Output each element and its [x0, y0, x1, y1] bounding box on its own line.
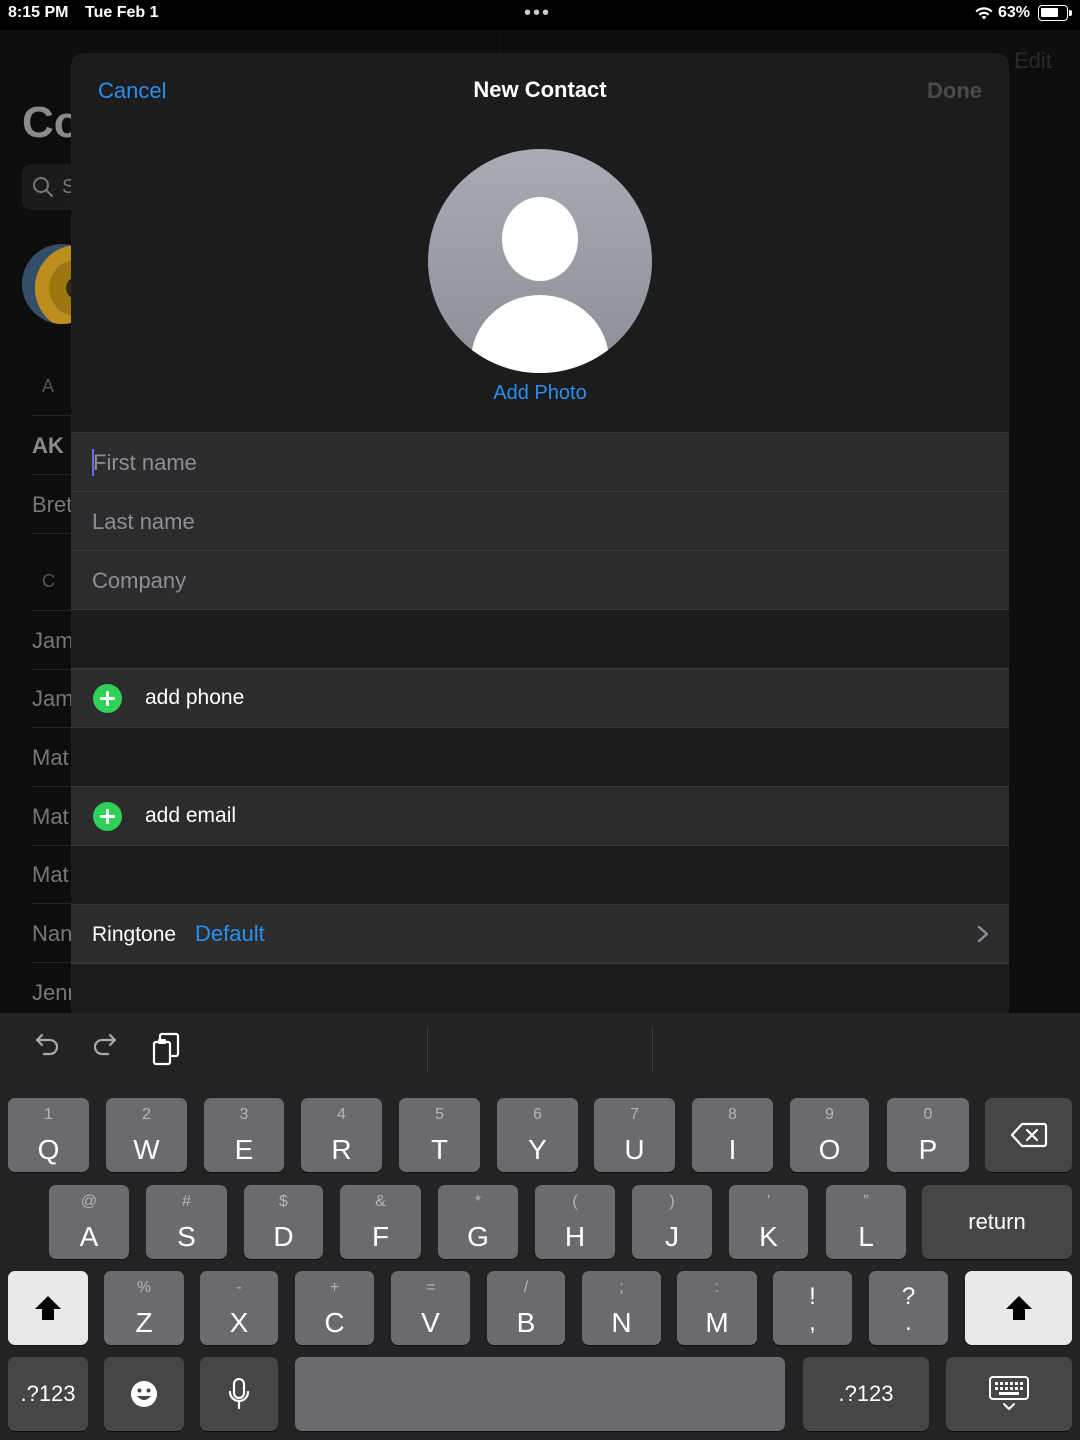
chevron-right-icon [977, 925, 989, 943]
key-k[interactable]: ’ K [729, 1185, 808, 1259]
numbers-key-left[interactable]: .?123 [8, 1357, 88, 1431]
section-header: A [42, 376, 55, 396]
key-t[interactable]: 5T [399, 1098, 480, 1172]
last-name-placeholder: Last name [92, 509, 195, 534]
add-phone-row[interactable]: add phone [71, 668, 1009, 727]
multitasking-dots-icon[interactable]: ••• [524, 3, 551, 23]
contact-row: Nan [32, 921, 73, 946]
add-circle-icon[interactable] [93, 684, 122, 713]
section-header: C [42, 571, 55, 591]
company-placeholder: Company [92, 568, 187, 593]
key-s[interactable]: # S [146, 1185, 227, 1259]
add-circle-icon[interactable] [93, 802, 122, 831]
key-q[interactable]: 1Q [8, 1098, 89, 1172]
first-name-field[interactable]: First name [71, 432, 1009, 491]
key-r[interactable]: 4R [301, 1098, 382, 1172]
undo-icon[interactable] [32, 1030, 60, 1058]
contact-row: Mat [32, 745, 69, 770]
key-p[interactable]: 0P [887, 1098, 969, 1172]
key-o[interactable]: 9O [790, 1098, 869, 1172]
key-d[interactable]: $ D [244, 1185, 323, 1259]
contact-row: Bret [32, 492, 73, 517]
key-c[interactable]: + C [295, 1271, 374, 1345]
key-m[interactable]: :M [677, 1271, 757, 1345]
key-a[interactable]: @ A [49, 1185, 129, 1259]
key-exclamation-comma[interactable]: !, [773, 1271, 852, 1345]
edit-button: Edit [1014, 48, 1052, 73]
wifi-icon [975, 7, 993, 20]
key-question-period[interactable]: ?. [869, 1271, 948, 1345]
company-field[interactable]: Company [71, 550, 1009, 609]
key-i[interactable]: 8I [692, 1098, 773, 1172]
key-e[interactable]: 3E [204, 1098, 284, 1172]
contact-row: Jam [32, 686, 74, 711]
done-button[interactable]: Done [927, 78, 982, 104]
numbers-key-right[interactable]: .?123 [803, 1357, 929, 1431]
shift-icon [1005, 1296, 1032, 1320]
battery-icon [1038, 5, 1072, 21]
section-gap [71, 963, 1009, 1015]
shift-key-left[interactable] [8, 1271, 88, 1345]
shift-icon [35, 1296, 61, 1320]
emoji-key[interactable] [104, 1357, 184, 1431]
section-gap [71, 845, 1009, 904]
add-phone-label: add phone [145, 686, 245, 709]
add-photo-button[interactable]: Add Photo [71, 382, 1009, 405]
key-h[interactable]: (H [535, 1185, 615, 1259]
key-n[interactable]: ; N [582, 1271, 661, 1345]
space-key[interactable] [295, 1357, 785, 1431]
status-date: Tue Feb 1 [85, 4, 159, 21]
first-name-placeholder: First name [93, 450, 197, 475]
battery-percent: 63% [998, 4, 1031, 21]
key-f[interactable]: & F [340, 1185, 421, 1259]
contact-row: Jam [32, 628, 74, 653]
key-x[interactable]: -X [200, 1271, 278, 1345]
sheet-title: New Contact [473, 77, 607, 102]
key-g[interactable]: * G [438, 1185, 518, 1259]
contact-photo-placeholder-icon[interactable] [428, 149, 652, 373]
add-email-label: add email [145, 804, 237, 827]
return-key[interactable]: return [922, 1185, 1072, 1259]
shift-key-right[interactable] [965, 1271, 1072, 1345]
key-b[interactable]: / B [487, 1271, 565, 1345]
delete-icon [1010, 1122, 1047, 1148]
delete-key[interactable] [985, 1098, 1072, 1172]
last-name-field[interactable]: Last name [71, 491, 1009, 550]
ringtone-row[interactable]: Ringtone Default [71, 904, 1009, 963]
contact-row: Mat [32, 804, 69, 829]
key-v[interactable]: = V [391, 1271, 470, 1345]
section-gap [71, 609, 1009, 668]
search-icon [33, 177, 54, 198]
key-l[interactable]: ” L [826, 1185, 906, 1259]
emoji-icon [131, 1381, 157, 1407]
microphone-icon [228, 1378, 250, 1410]
add-email-row[interactable]: add email [71, 786, 1009, 845]
contact-row: Mat [32, 862, 69, 887]
ringtone-label: Ringtone [92, 923, 177, 946]
redo-icon[interactable] [92, 1030, 120, 1058]
status-time: 8:15 PM [8, 4, 69, 21]
status-bar: 8:15 PM Tue Feb 1 ••• 63% [0, 0, 1080, 30]
key-w[interactable]: 2W [106, 1098, 187, 1172]
dismiss-keyboard-icon [989, 1376, 1029, 1410]
contact-row: AK [32, 433, 64, 458]
dictation-key[interactable] [200, 1357, 278, 1431]
paste-icon[interactable] [150, 1032, 182, 1068]
key-y[interactable]: 6Y [497, 1098, 578, 1172]
key-z[interactable]: % Z [104, 1271, 184, 1345]
ringtone-value: Default [195, 921, 265, 946]
key-j[interactable]: ) J [632, 1185, 712, 1259]
key-u[interactable]: 7U [594, 1098, 675, 1172]
dismiss-keyboard-key[interactable] [946, 1357, 1072, 1431]
section-gap [71, 727, 1009, 786]
new-contact-sheet: Cancel New Contact Done Add Photo First … [71, 53, 1009, 1015]
